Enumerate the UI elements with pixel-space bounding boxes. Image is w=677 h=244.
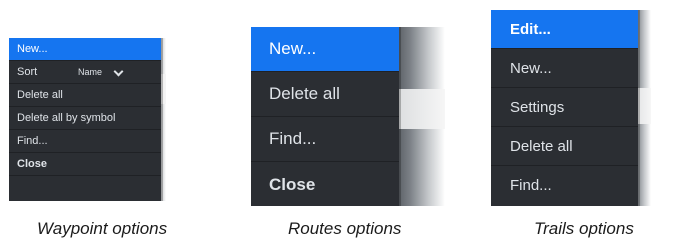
menu-item-new[interactable]: New... [9,38,161,61]
trails-options-caption: Trails options [534,219,634,238]
menu-item-new[interactable]: New... [251,27,399,72]
menu-item-close[interactable]: Close [9,153,161,176]
routes-options-panel: New... Delete all Find... Close [251,27,445,206]
menu-item-label: Find... [510,177,552,194]
menu-item-label: Find... [17,135,48,147]
sort-value: Name [78,67,103,77]
trails-options-panel: Edit... New... Settings Delete all Find.… [491,10,651,206]
routes-options-menu: New... Delete all Find... Close [251,27,399,206]
sort-label: Sort [17,66,38,78]
menu-item-label: Settings [510,98,565,116]
menu-item-find[interactable]: Find... [251,117,399,162]
menu-item-settings[interactable]: Settings [491,88,638,127]
waypoint-options-caption: Waypoint options [37,219,168,238]
menu-item-label: Delete all [17,89,63,101]
menu-item-new[interactable]: New... [491,49,638,88]
menu-item-label: Delete all [269,84,340,103]
routes-options-caption: Routes options [288,219,402,238]
menu-item-label: Delete all [510,137,573,155]
waypoint-options-panel: New... Sort Name Delete all Delete all b… [9,38,166,201]
menu-item-label: Find... [269,129,317,148]
chevron-down-icon [115,68,122,75]
menu-item-label: Close [17,158,47,170]
menu-item-label: Delete all by symbol [17,112,116,124]
menu-item-label: New... [17,43,48,55]
waypoint-options-menu: New... Sort Name Delete all Delete all b… [9,38,161,201]
map-backdrop [391,27,445,206]
sort-dropdown[interactable]: Name [72,65,126,79]
menu-item-delete-all[interactable]: Delete all [491,127,638,166]
menu-item-close[interactable]: Close [251,162,399,206]
menu-item-edit[interactable]: Edit... [491,10,638,49]
menu-item-delete-all[interactable]: Delete all [9,84,161,107]
menu-item-label: New... [269,39,317,58]
menu-item-find[interactable]: Find... [491,166,638,205]
trails-options-menu: Edit... New... Settings Delete all Find.… [491,10,638,206]
menu-item-find[interactable]: Find... [9,130,161,153]
menu-item-sort[interactable]: Sort Name [9,61,161,84]
menu-item-delete-all-by-symbol[interactable]: Delete all by symbol [9,107,161,130]
menu-item-label: New... [510,59,552,77]
menu-item-label: Close [269,174,316,194]
menu-item-label: Edit... [510,20,551,38]
menu-item-delete-all[interactable]: Delete all [251,72,399,117]
